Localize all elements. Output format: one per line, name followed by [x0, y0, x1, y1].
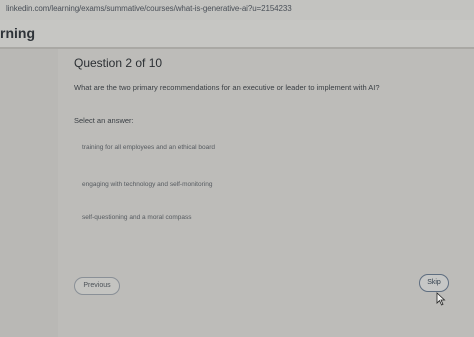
answer-option-3[interactable]: self-questioning and a moral compass — [72, 209, 372, 229]
answer-option-label: self-questioning and a moral compass — [82, 214, 192, 221]
skip-button-label: Skip — [427, 279, 441, 286]
answer-option-1[interactable]: training for all employees and an ethica… — [72, 139, 372, 159]
answer-option-label: training for all employees and an ethica… — [82, 144, 215, 151]
select-answer-label: Select an answer: — [74, 116, 134, 125]
question-text: What are the two primary recommendations… — [74, 83, 380, 92]
app-header: rning — [0, 20, 474, 47]
brand-name[interactable]: rning — [0, 25, 35, 41]
skip-button[interactable]: Skip — [419, 274, 449, 292]
previous-button-label: Previous — [83, 282, 111, 289]
answer-option-label: engaging with technology and self-monito… — [82, 181, 213, 188]
question-counter: Question 2 of 10 — [74, 56, 163, 70]
url-text[interactable]: linkedin.com/learning/exams/summative/co… — [6, 4, 292, 13]
previous-button[interactable]: Previous — [74, 277, 120, 295]
address-bar[interactable]: linkedin.com/learning/exams/summative/co… — [0, 0, 474, 20]
mouse-pointer-icon — [436, 292, 446, 306]
answer-option-2[interactable]: engaging with technology and self-monito… — [72, 176, 372, 196]
